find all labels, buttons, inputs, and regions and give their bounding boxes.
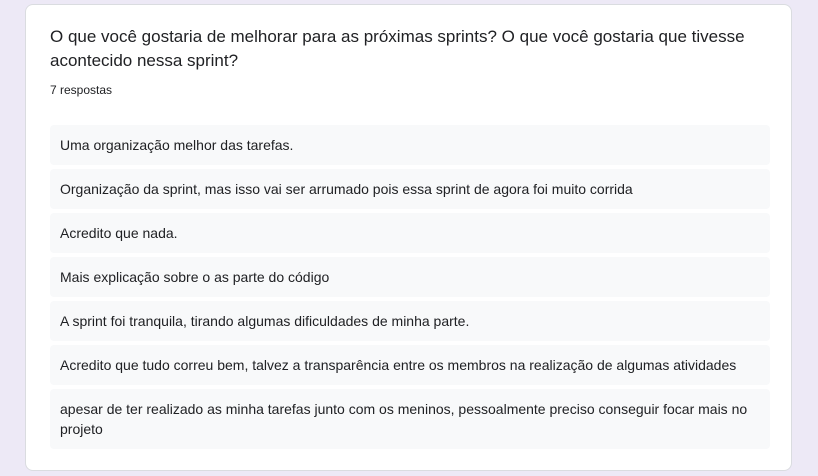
- response-item: Uma organização melhor das tarefas.: [50, 125, 770, 165]
- question-summary-card: O que você gostaria de melhorar para as …: [25, 4, 792, 471]
- response-list: Uma organização melhor das tarefas. Orga…: [50, 125, 770, 453]
- response-item: Acredito que tudo correu bem, talvez a t…: [50, 345, 770, 385]
- response-item: Acredito que nada.: [50, 213, 770, 253]
- response-count: 7 respostas: [50, 83, 113, 97]
- response-item: A sprint foi tranquila, tirando algumas …: [50, 301, 770, 341]
- response-item: Mais explicação sobre o as parte do códi…: [50, 257, 770, 297]
- question-title: O que você gostaria de melhorar para as …: [50, 27, 745, 70]
- response-item: Organização da sprint, mas isso vai ser …: [50, 169, 770, 209]
- response-item: apesar de ter realizado as minha tarefas…: [50, 389, 770, 449]
